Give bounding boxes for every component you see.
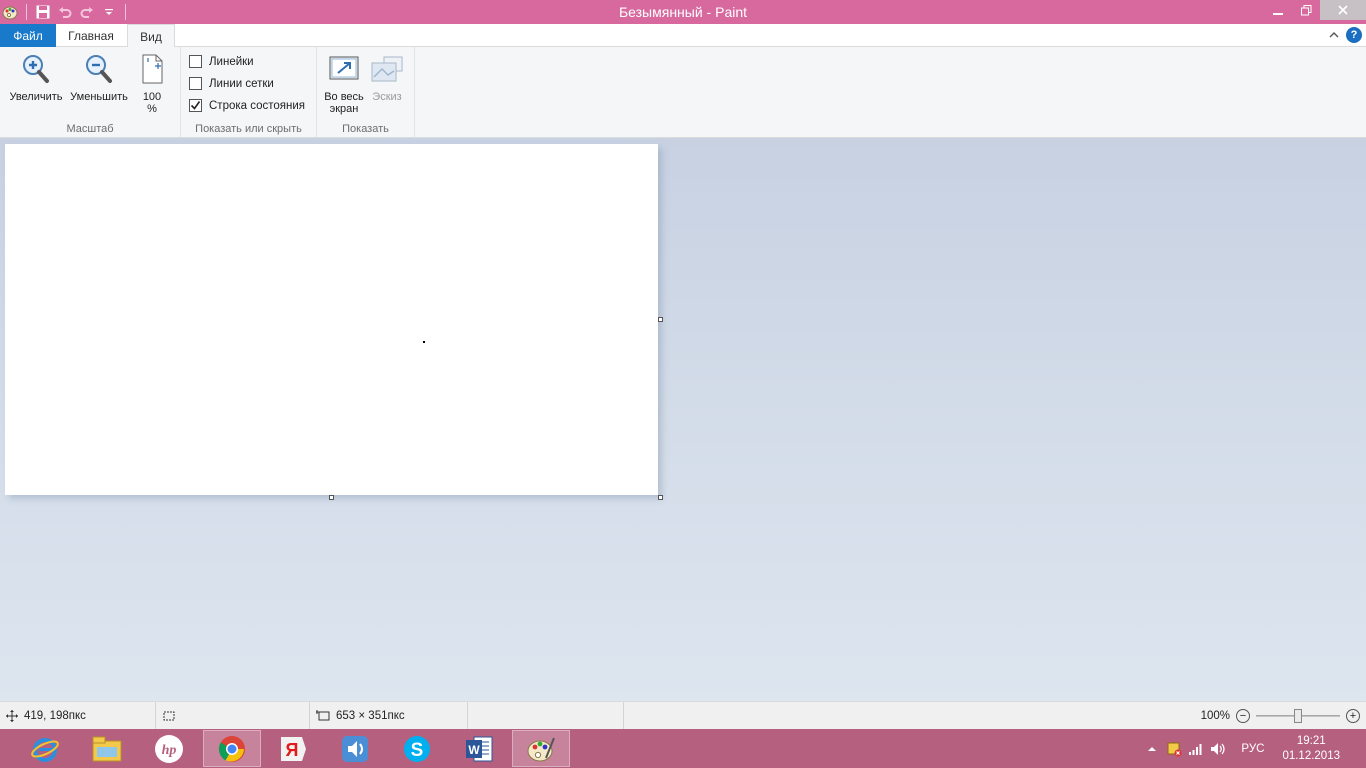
zoom-in-small-button[interactable]: +: [1346, 709, 1360, 723]
zoom-in-button[interactable]: Увеличить: [6, 51, 66, 103]
rulers-checkbox-box[interactable]: [189, 55, 202, 68]
hp-icon[interactable]: hp: [140, 730, 198, 767]
move-cursor-icon: [6, 710, 18, 722]
statusbar-label: Строка состояния: [209, 99, 306, 112]
paint-taskbar-icon[interactable]: [512, 730, 570, 767]
taskbar: hp Я S W РУС 19:21 01.12.2013: [0, 729, 1366, 768]
help-icon[interactable]: ?: [1346, 27, 1362, 43]
word-icon[interactable]: W: [450, 730, 508, 767]
network-signal-icon[interactable]: [1185, 738, 1207, 760]
resize-handle-right[interactable]: [658, 317, 663, 322]
statusbar-checkbox-box[interactable]: [189, 99, 202, 112]
ribbon-panel: Увеличить Уменьшить 100 % Масштаб Линейк…: [0, 47, 1366, 138]
system-tray: РУС 19:21 01.12.2013: [1141, 729, 1366, 768]
rulers-label: Линейки: [209, 55, 254, 68]
zoom-group: Увеличить Уменьшить 100 % Масштаб: [0, 47, 181, 138]
thumbnail-label: Эскиз: [372, 91, 402, 103]
resize-handle-corner[interactable]: [658, 495, 663, 500]
thumbnail-icon: [369, 51, 405, 87]
tab-home[interactable]: Главная: [56, 24, 126, 47]
rulers-checkbox[interactable]: Линейки: [189, 55, 254, 68]
zoom-in-icon: [18, 51, 54, 87]
selection-size-cell: [156, 702, 310, 730]
window-title: Безымянный - Paint: [618, 4, 748, 20]
show-hide-group: Линейки Линии сетки Строка состояния Пок…: [181, 47, 317, 138]
svg-text:hp: hp: [162, 743, 177, 758]
yandex-browser-icon[interactable]: Я: [264, 730, 322, 767]
svg-text:S: S: [411, 740, 424, 761]
zoom-control: 100% − +: [1201, 702, 1366, 730]
internet-explorer-icon[interactable]: [16, 730, 74, 767]
zoom-slider-thumb[interactable]: [1294, 709, 1302, 723]
image-size-icon: [316, 710, 330, 721]
display-group-label: Показать: [342, 123, 389, 135]
actual-size-label-2: %: [147, 103, 157, 115]
window-controls: [1264, 0, 1366, 20]
close-button[interactable]: [1320, 0, 1366, 20]
ribbon-tabs: Файл Главная Вид ?: [0, 24, 1366, 48]
svg-text:Я: Я: [286, 740, 299, 760]
statusbar-checkbox[interactable]: Строка состояния: [189, 99, 305, 112]
zoom-level: 100%: [1200, 710, 1230, 722]
thumbnail-button[interactable]: Эскиз: [367, 51, 407, 103]
checkmark-icon: [190, 101, 201, 110]
actual-size-icon: [134, 51, 170, 87]
actual-size-button[interactable]: 100 %: [136, 51, 168, 115]
file-explorer-icon[interactable]: [78, 730, 136, 767]
fullscreen-button[interactable]: Во весь экран: [321, 51, 367, 115]
zoom-out-small-button[interactable]: −: [1236, 709, 1250, 723]
selection-icon: [163, 711, 175, 721]
zoom-in-label: Увеличить: [9, 91, 63, 103]
fullscreen-label-2: экран: [329, 103, 359, 115]
resize-handle-bottom[interactable]: [329, 495, 334, 500]
fullscreen-label-1: Во весь: [324, 91, 364, 103]
action-center-flag-icon[interactable]: [1163, 738, 1185, 760]
image-size: 653 × 351пкс: [336, 710, 405, 722]
actual-size-label-1: 100: [142, 91, 162, 103]
zoom-out-button[interactable]: Уменьшить: [68, 51, 130, 103]
cursor-position: 419, 198пкс: [24, 710, 86, 722]
title-bar: Безымянный - Paint: [0, 0, 1366, 24]
svg-text:W: W: [468, 743, 480, 757]
input-language-indicator[interactable]: РУС: [1241, 743, 1264, 755]
tab-view[interactable]: Вид: [127, 24, 175, 48]
gridlines-checkbox[interactable]: Линии сетки: [189, 77, 274, 90]
zoom-out-label: Уменьшить: [70, 91, 128, 103]
chrome-icon[interactable]: [203, 730, 261, 767]
image-size-cell: 653 × 351пкс: [310, 702, 468, 730]
status-bar: 419, 198пкс 653 × 351пкс 100% − +: [0, 701, 1366, 730]
skype-icon[interactable]: S: [388, 730, 446, 767]
display-group: Во весь экран Эскиз Показать: [317, 47, 415, 138]
clock-date: 01.12.2013: [1282, 749, 1340, 762]
drawing-canvas[interactable]: [5, 144, 658, 495]
fullscreen-icon: [326, 51, 362, 87]
clock[interactable]: 19:21 01.12.2013: [1282, 734, 1340, 764]
minimize-button[interactable]: [1264, 0, 1292, 20]
collapse-ribbon-icon[interactable]: [1326, 27, 1342, 43]
canvas-pixel-dot: [423, 341, 425, 343]
clock-time: 19:21: [1296, 734, 1326, 747]
zoom-group-label: Масштаб: [66, 123, 114, 135]
speaker-app-icon[interactable]: [326, 730, 384, 767]
gridlines-label: Линии сетки: [209, 77, 274, 90]
file-size-cell: [468, 702, 624, 730]
restore-button[interactable]: [1292, 0, 1320, 20]
tab-file[interactable]: Файл: [0, 24, 56, 47]
cursor-position-cell: 419, 198пкс: [0, 702, 156, 730]
zoom-out-icon: [81, 51, 117, 87]
volume-icon[interactable]: [1207, 738, 1229, 760]
canvas-workspace[interactable]: [0, 138, 1366, 701]
zoom-slider[interactable]: [1256, 709, 1340, 723]
show-hidden-icons-chevron-icon[interactable]: [1141, 738, 1163, 760]
show-hide-group-label: Показать или скрыть: [195, 123, 302, 135]
gridlines-checkbox-box[interactable]: [189, 77, 202, 90]
